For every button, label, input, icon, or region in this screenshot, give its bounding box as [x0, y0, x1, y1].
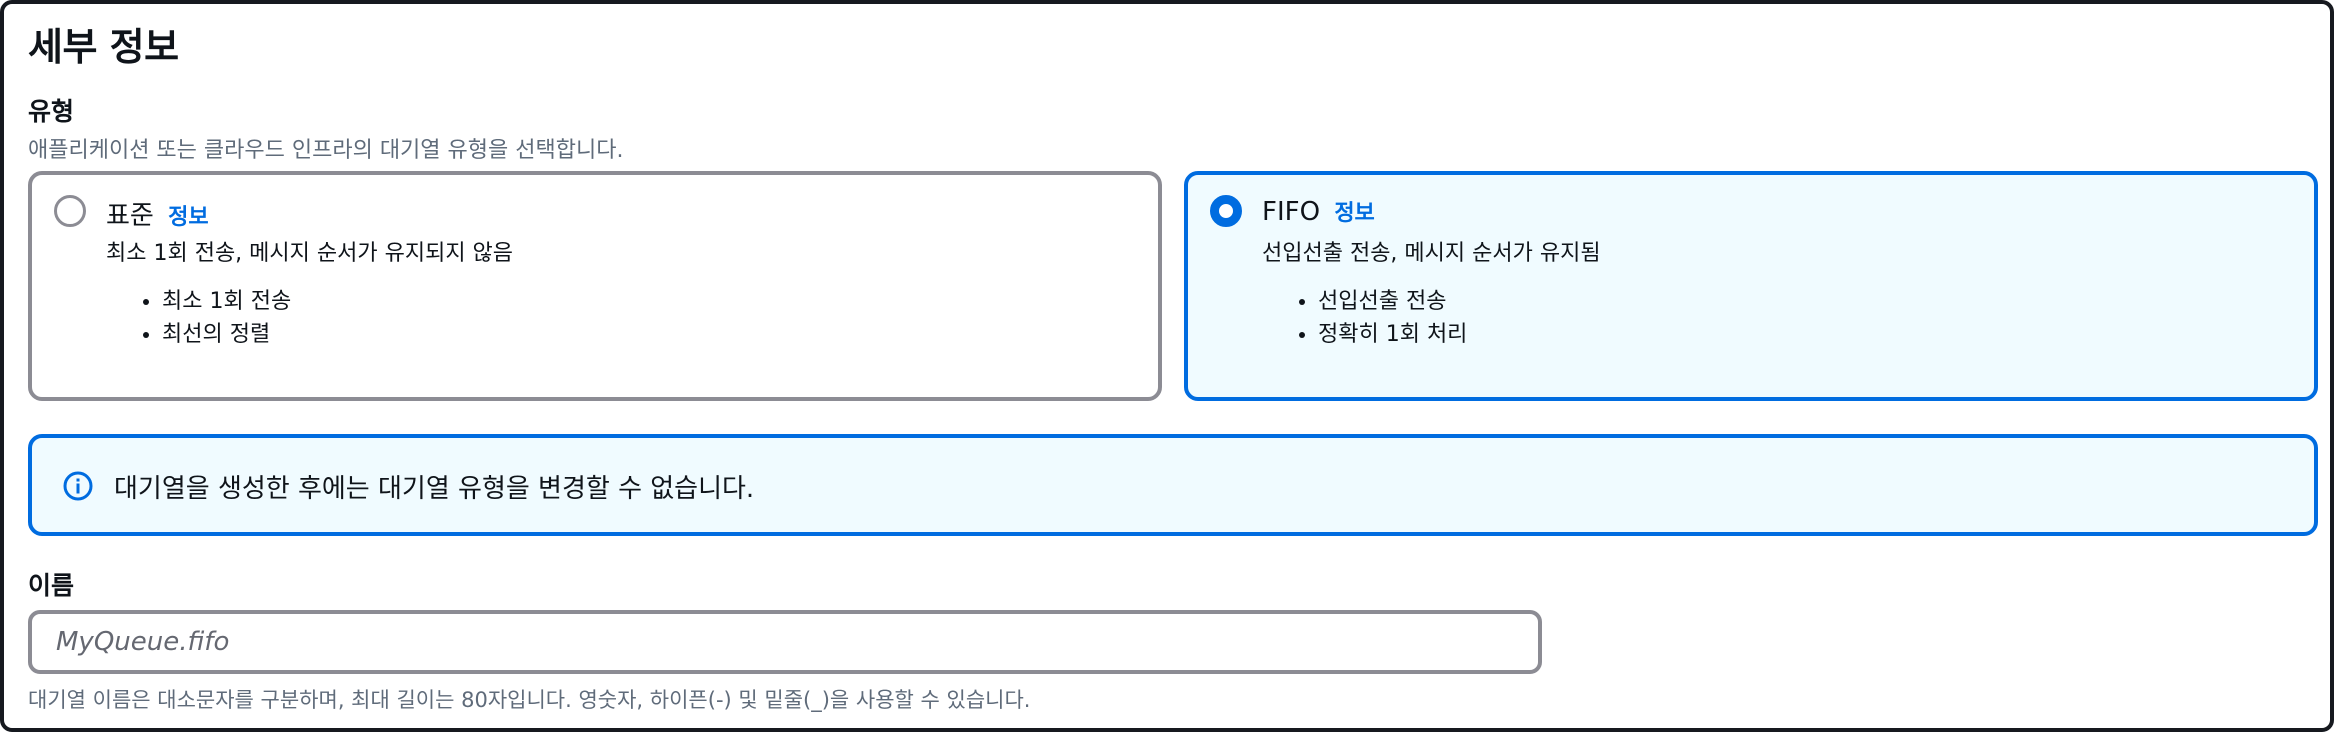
bullet-item: 선입선출 전송: [1318, 285, 1467, 318]
section-title: 세부 정보: [28, 25, 179, 69]
info-alert: 대기열을 생성한 후에는 대기열 유형을 변경할 수 없습니다.: [28, 434, 2318, 536]
bullet-item: 정확히 1회 처리: [1318, 318, 1467, 351]
type-option-title-wrapper: FIFO 정보: [1262, 195, 1375, 227]
bullet-item: 최선의 정렬: [162, 318, 291, 351]
info-link[interactable]: 정보: [1334, 201, 1374, 226]
queue-name-input[interactable]: [28, 610, 1542, 674]
type-option-title: FIFO: [1262, 197, 1321, 227]
radio-standard[interactable]: [54, 195, 86, 227]
type-option-title: 표준: [106, 201, 154, 231]
type-option-subtitle: 최소 1회 전송, 메시지 순서가 유지되지 않음: [106, 241, 514, 266]
type-option-bullets: 선입선출 전송 정확히 1회 처리: [1288, 285, 1467, 351]
bullet-item: 최소 1회 전송: [162, 285, 291, 318]
alert-text: 대기열을 생성한 후에는 대기열 유형을 변경할 수 없습니다.: [114, 474, 755, 504]
info-circle-icon: [63, 471, 93, 501]
type-option-title-wrapper: 표준 정보: [106, 195, 209, 232]
type-option-fifo[interactable]: FIFO 정보 선입선출 전송, 메시지 순서가 유지됨 선입선출 전송 정확히…: [1184, 171, 2318, 401]
radio-fifo[interactable]: [1210, 195, 1242, 227]
details-panel: 세부 정보 유형 애플리케이션 또는 클라우드 인프라의 대기열 유형을 선택합…: [0, 0, 2334, 732]
name-label: 이름: [28, 571, 75, 600]
type-option-subtitle: 선입선출 전송, 메시지 순서가 유지됨: [1262, 241, 1601, 266]
type-option-standard[interactable]: 표준 정보 최소 1회 전송, 메시지 순서가 유지되지 않음 최소 1회 전송…: [28, 171, 1162, 401]
name-hint: 대기열 이름은 대소문자를 구분하며, 최대 길이는 80자입니다. 영숫자, …: [28, 688, 1031, 712]
info-link[interactable]: 정보: [168, 205, 208, 230]
type-option-bullets: 최소 1회 전송 최선의 정렬: [132, 285, 291, 351]
type-label: 유형: [28, 97, 75, 126]
type-description: 애플리케이션 또는 클라우드 인프라의 대기열 유형을 선택합니다.: [28, 138, 624, 163]
